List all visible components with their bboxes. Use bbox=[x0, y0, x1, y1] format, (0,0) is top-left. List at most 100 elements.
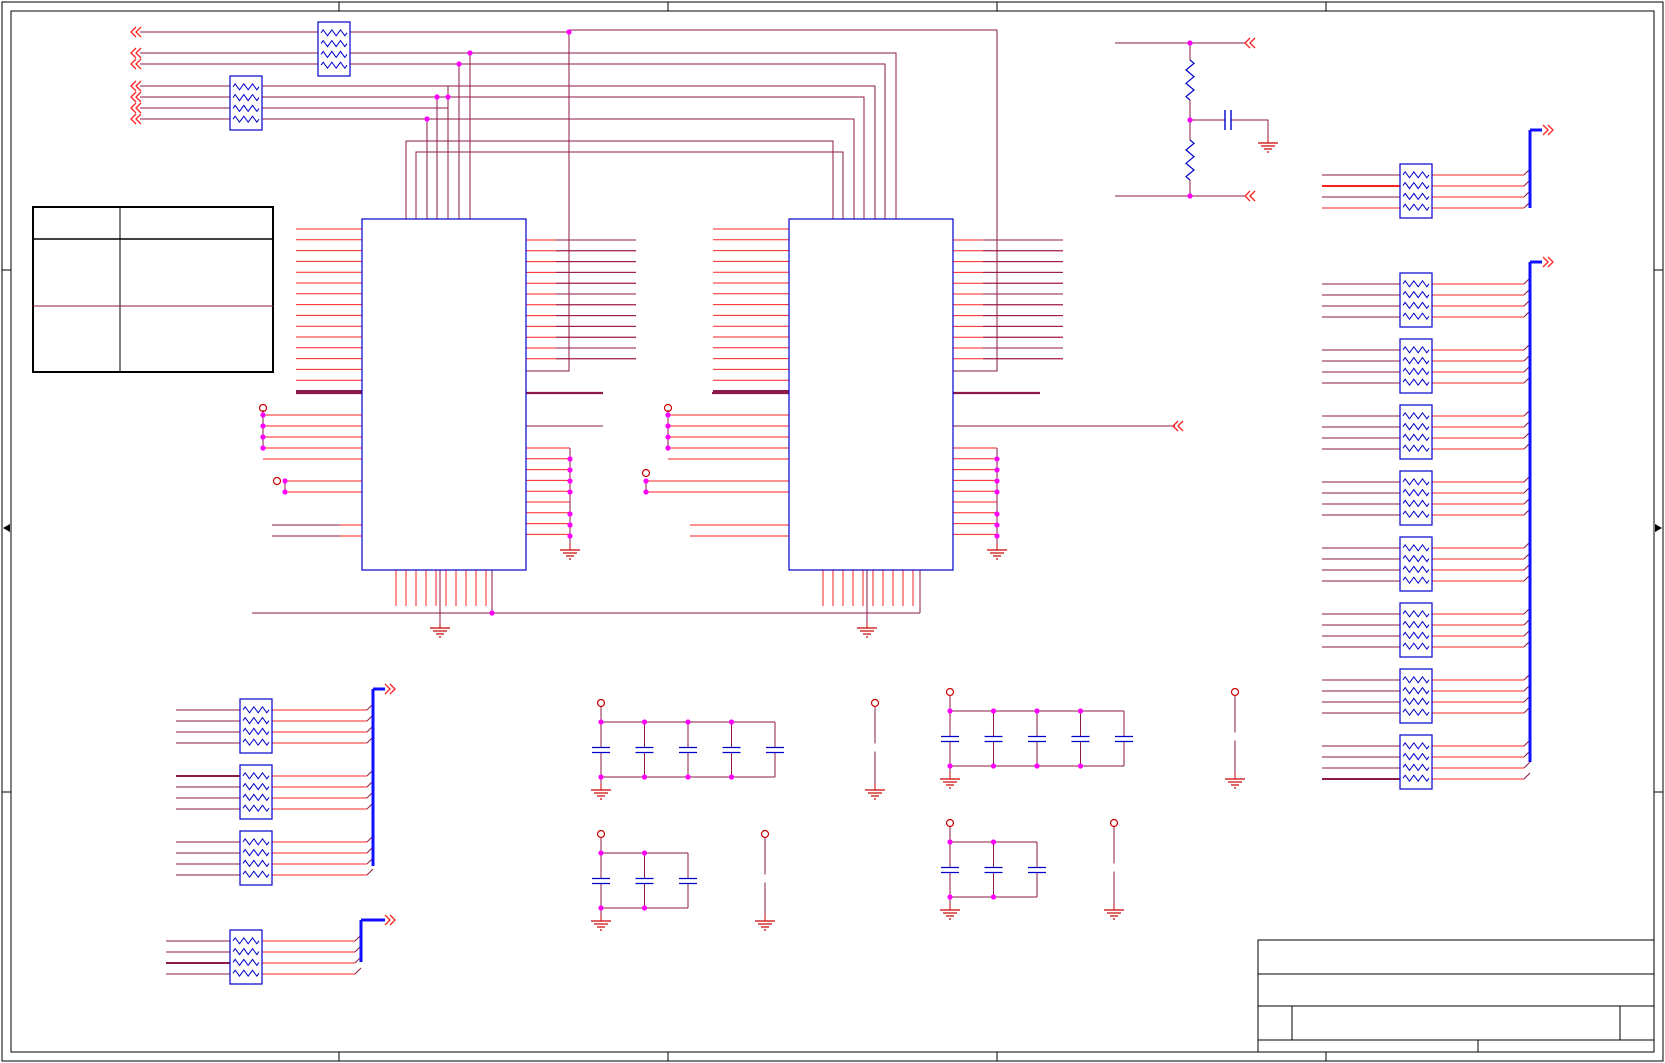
junction-dot bbox=[598, 905, 604, 911]
junction-dot bbox=[994, 478, 1000, 484]
ground-symbol bbox=[1104, 904, 1124, 920]
rn-right-7-resistor bbox=[1402, 631, 1430, 640]
rn-right-4-resistor bbox=[1402, 411, 1430, 420]
rn-right-5-resistor bbox=[1402, 510, 1430, 519]
rn-right-5-resistor bbox=[1402, 499, 1430, 508]
junction-dot bbox=[598, 850, 604, 856]
junction-dot bbox=[994, 489, 1000, 495]
rn-bottom-4 bbox=[229, 929, 263, 985]
junction-dot bbox=[665, 445, 671, 451]
rn-right-8-resistor bbox=[1402, 686, 1430, 695]
power-flag-icon bbox=[945, 687, 955, 697]
wire bbox=[526, 30, 570, 372]
ground-symbol bbox=[591, 784, 611, 800]
wire bbox=[436, 96, 865, 219]
capacitor bbox=[635, 746, 654, 754]
junction-dot bbox=[643, 489, 649, 495]
junction-dot bbox=[567, 489, 573, 495]
rn-right-1 bbox=[1399, 163, 1433, 219]
rn-top-2-resistor bbox=[232, 93, 260, 102]
port-arrow-icon bbox=[130, 102, 142, 114]
junction-dot bbox=[665, 434, 671, 440]
rn-right-3 bbox=[1399, 338, 1433, 394]
ground-symbol bbox=[591, 915, 611, 931]
capacitor bbox=[679, 877, 697, 885]
junction-dot bbox=[260, 423, 266, 429]
sheet-center-arrow-left bbox=[3, 524, 10, 532]
rn-top-1-resistor bbox=[320, 28, 348, 37]
rn-bottom-4-resistor bbox=[232, 947, 260, 956]
junction-dot bbox=[598, 719, 604, 725]
port-arrow-icon bbox=[130, 80, 142, 92]
port-chevron bbox=[1542, 256, 1549, 268]
junction-dot bbox=[947, 894, 953, 900]
capacitor bbox=[941, 866, 959, 874]
rn-bottom-3-resistor bbox=[242, 859, 270, 868]
junction-dot bbox=[566, 29, 572, 35]
ground-symbol bbox=[940, 773, 960, 789]
rn-bottom-1 bbox=[239, 698, 273, 754]
rn-right-8-resistor bbox=[1402, 697, 1430, 706]
rn-right-7-resistor bbox=[1402, 642, 1430, 651]
rn-bottom-3 bbox=[239, 830, 273, 886]
port-arrow-icon bbox=[1244, 37, 1256, 49]
rn-right-1-resistor bbox=[1402, 203, 1430, 212]
resistor bbox=[1185, 59, 1195, 101]
rn-right-2-resistor bbox=[1402, 312, 1430, 321]
junction-dot bbox=[434, 94, 440, 100]
rn-bottom-3-resistor bbox=[242, 870, 270, 879]
rn-right-2-resistor bbox=[1402, 290, 1430, 299]
rn-bottom-3-resistor bbox=[242, 848, 270, 857]
port-chevron bbox=[1249, 190, 1256, 202]
port-arrow-icon bbox=[1542, 124, 1554, 136]
junction-dot bbox=[1187, 193, 1193, 199]
junction-dot bbox=[665, 412, 671, 418]
rn-right-6-resistor bbox=[1402, 543, 1430, 552]
rn-top-1 bbox=[317, 21, 351, 77]
power-flag-icon bbox=[596, 698, 606, 708]
junction-dot bbox=[567, 533, 573, 539]
component-layer bbox=[229, 21, 1433, 985]
capacitor bbox=[1028, 866, 1046, 874]
junction-dot bbox=[990, 708, 997, 714]
port-chevron bbox=[1249, 37, 1256, 49]
rn-right-8-resistor bbox=[1402, 675, 1430, 684]
capacitor bbox=[592, 877, 610, 885]
rn-right-6-resistor bbox=[1402, 565, 1430, 574]
port-arrow-icon bbox=[1244, 190, 1256, 202]
capacitor bbox=[1028, 735, 1046, 743]
junction-dot bbox=[456, 61, 462, 67]
junction-dot bbox=[1187, 117, 1193, 123]
rn-top-1-resistor bbox=[320, 50, 348, 59]
rn-bottom-1-resistor bbox=[242, 705, 270, 714]
rn-top-2-resistor bbox=[232, 104, 260, 113]
rn-right-7-resistor bbox=[1402, 620, 1430, 629]
rn-right-6 bbox=[1399, 536, 1433, 592]
rn-right-4 bbox=[1399, 404, 1433, 460]
ground-symbol bbox=[1225, 773, 1245, 789]
junction-dot bbox=[641, 905, 648, 911]
rn-bottom-3-resistor bbox=[242, 837, 270, 846]
ground-symbol bbox=[560, 544, 580, 560]
rn-right-8-resistor bbox=[1402, 708, 1430, 717]
rn-bottom-4-resistor bbox=[232, 969, 260, 978]
bus-entry bbox=[354, 967, 362, 975]
port-arrow-icon bbox=[384, 683, 396, 695]
power-flag-icon bbox=[272, 476, 282, 486]
junction-dot bbox=[567, 522, 573, 528]
wire bbox=[415, 151, 844, 219]
symbol-layer bbox=[130, 26, 1554, 931]
rn-right-2 bbox=[1399, 272, 1433, 328]
rn-right-9-resistor bbox=[1402, 741, 1430, 750]
junction-dot bbox=[1077, 708, 1084, 714]
capacitor bbox=[766, 746, 784, 754]
junction-dot bbox=[994, 522, 1000, 528]
junction-dot bbox=[1034, 708, 1040, 714]
power-flag-icon bbox=[870, 698, 880, 708]
rn-bottom-2-resistor bbox=[242, 793, 270, 802]
capacitor bbox=[1115, 735, 1133, 743]
ground-symbol bbox=[430, 622, 450, 638]
junction-dot bbox=[489, 610, 495, 616]
rn-right-6-resistor bbox=[1402, 576, 1430, 585]
wire bbox=[427, 118, 855, 219]
